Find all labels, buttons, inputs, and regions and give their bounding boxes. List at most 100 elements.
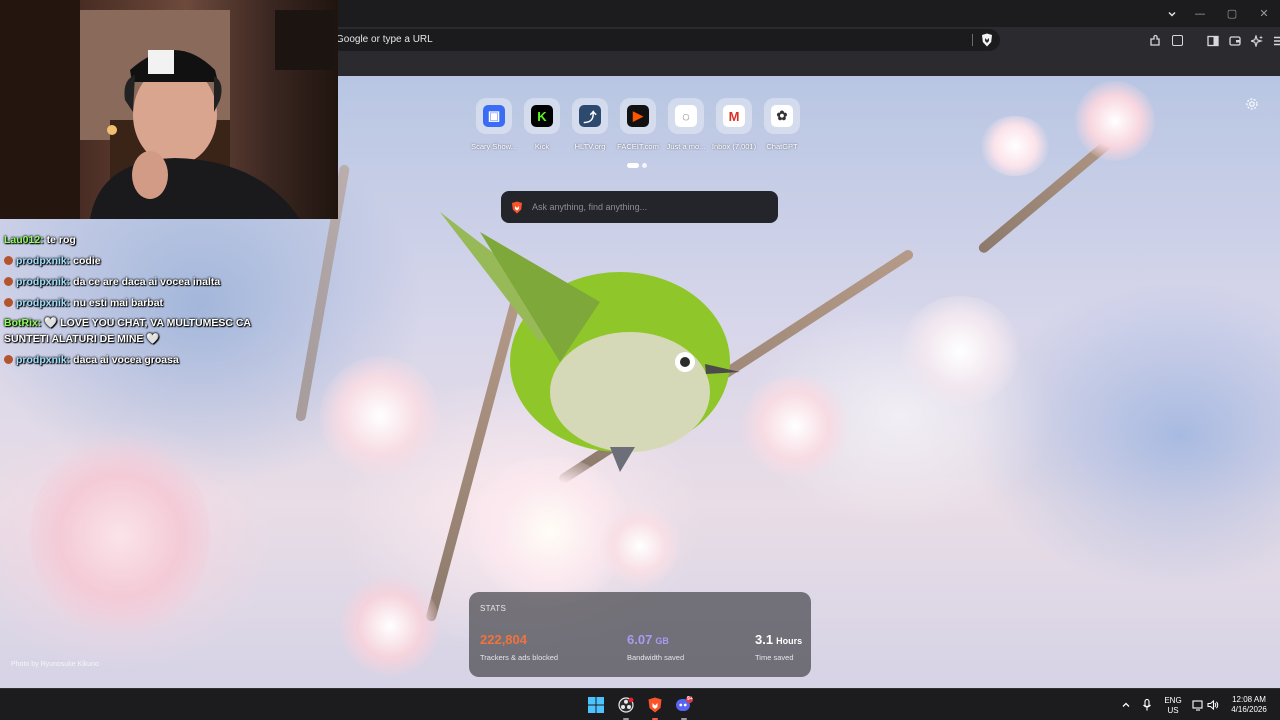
stat-label: Trackers & ads blocked [480, 653, 559, 662]
chat-badge-icon [4, 277, 13, 286]
blossom [900, 296, 1020, 406]
blossom [600, 506, 680, 586]
top-site-label[interactable]: Inbox (7,001) [710, 142, 758, 151]
top-site-label[interactable]: HLTV.org [566, 142, 614, 151]
discord-notification-badge: 9+ [687, 696, 693, 702]
input-language-indicator[interactable]: ENG US [1161, 696, 1185, 716]
chat-username: prodpxnik [16, 276, 67, 288]
chat-text: SUNTETI ALATURI DE MINE 🤍 [4, 333, 160, 345]
top-site-label[interactable]: FACEIT.com [614, 142, 662, 151]
faceit-icon: ▶ [627, 105, 649, 127]
stat-label: Bandwidth saved [627, 653, 685, 662]
chat-message: BotRix: 🤍 LOVE YOU CHAT, VA MULTUMESC CA [4, 316, 251, 330]
clock-time: 12:08 AM [1232, 695, 1266, 704]
extensions-icon[interactable] [1145, 27, 1165, 54]
chat-text: te rog [43, 234, 76, 246]
chat-text: 🤍 LOVE YOU CHAT, VA MULTUMESC CA [41, 317, 252, 329]
chat-username: Lau012 [4, 234, 41, 246]
top-site-icon-tile[interactable]: ▶ [620, 98, 656, 134]
chat-username: BotRix [4, 317, 38, 329]
top-site-icon-tile[interactable]: ✿ [764, 98, 800, 134]
chat-message: prodpxnik: da ce are daca ai vocea inalt… [4, 275, 220, 289]
address-bar[interactable]: Google or type a URL [330, 29, 1000, 51]
address-bar-placeholder[interactable]: Google or type a URL [336, 34, 433, 45]
chat-username: prodpxnik [16, 297, 67, 309]
chat-message: Lau012: te rog [4, 233, 76, 247]
windows-start-icon[interactable] [585, 694, 607, 716]
microphone-icon[interactable] [1140, 695, 1154, 715]
stat-bandwidth: 6.07 GB Bandwidth saved [627, 631, 684, 662]
clock[interactable]: 12:08 AM 4/16/2026 [1226, 695, 1272, 715]
menu-icon[interactable] [1269, 27, 1280, 54]
discord-icon[interactable]: 9+ [673, 694, 695, 720]
blossom [1075, 81, 1155, 161]
obs-icon[interactable] [615, 694, 637, 720]
top-sites: ▣ Scary Show... K Kick ⤴ HLTV.org ▶ FACEIT.com ◌… [470, 98, 806, 151]
search-box[interactable]: Ask anything, find anything... [501, 191, 778, 223]
hltv-icon: ⤴ [579, 105, 601, 127]
tab-search-button[interactable] [1160, 0, 1184, 27]
close-button[interactable]: ✕ [1248, 0, 1280, 27]
language-code: ENG [1164, 696, 1182, 705]
top-site-tile[interactable]: ▣ Scary Show... [470, 98, 518, 151]
minimize-button[interactable]: — [1184, 0, 1216, 27]
stat-value: 3.1 [755, 632, 774, 647]
top-site-tile[interactable]: M Inbox (7,001) [710, 98, 758, 151]
stat-unit: Hours [776, 636, 803, 646]
brave-lion-icon [512, 201, 522, 214]
network-icon[interactable] [1191, 695, 1205, 715]
blossom [30, 436, 210, 636]
chat-message: prodpxnik: daca ai vocea groasa [4, 353, 179, 367]
stat-trackers: 222,804 Trackers & ads blocked [480, 631, 558, 662]
photo-credit[interactable]: Photo by Ryunosuke Kikuno [11, 661, 99, 668]
top-sites-pager [627, 163, 647, 168]
chat-text: da ce are daca ai vocea inalta [70, 276, 221, 288]
chat-message: SUNTETI ALATURI DE MINE 🤍 [4, 332, 159, 346]
stat-value: 6.07 [627, 632, 653, 647]
brave-icon[interactable] [644, 694, 666, 720]
top-site-label[interactable]: ChatGPT [758, 142, 806, 151]
pager-dot-active[interactable] [627, 163, 639, 168]
roblox-icon: ▣ [483, 105, 505, 127]
bird-illustration [440, 212, 740, 472]
region-code: US [1167, 706, 1179, 715]
wallet-icon[interactable] [1225, 27, 1245, 54]
top-site-tile[interactable]: K Kick [518, 98, 566, 151]
customize-settings-icon[interactable] [1245, 97, 1259, 111]
top-site-label[interactable]: Just a mo... [662, 142, 710, 151]
chat-text: daca ai vocea groasa [70, 354, 179, 366]
windows-taskbar: 9+ ENG US 12:08 AM 4/16/2026 [0, 688, 1280, 720]
top-site-tile[interactable]: ▶ FACEIT.com [614, 98, 662, 151]
top-site-label[interactable]: Scary Show... [470, 142, 518, 151]
blossom [340, 576, 440, 676]
chat-badge-icon [4, 355, 13, 364]
top-site-icon-tile[interactable]: ▣ [476, 98, 512, 134]
leo-ai-icon[interactable] [1247, 27, 1267, 54]
top-site-icon-tile[interactable]: M [716, 98, 752, 134]
search-placeholder[interactable]: Ask anything, find anything... [532, 202, 647, 212]
screenshot-icon[interactable] [1167, 27, 1187, 54]
stat-value: 222,804 [480, 632, 527, 647]
sidebar-icon[interactable] [1203, 27, 1223, 54]
top-site-label[interactable]: Kick [518, 142, 566, 151]
top-site-tile[interactable]: ✿ ChatGPT [758, 98, 806, 151]
maximize-button[interactable]: ▢ [1216, 0, 1248, 27]
chat-badge-icon [4, 256, 13, 265]
chevron-down-icon [1168, 11, 1176, 17]
chat-username: prodpxnik [16, 255, 67, 267]
top-site-tile[interactable]: ⤴ HLTV.org [566, 98, 614, 151]
clock-date: 4/16/2026 [1231, 705, 1267, 714]
brave-shields-icon[interactable] [981, 33, 993, 47]
volume-icon[interactable] [1206, 695, 1220, 715]
show-hidden-icons-chevron-icon[interactable] [1119, 695, 1133, 715]
stats-widget: STATS 222,804 Trackers & ads blocked 6.0… [469, 592, 811, 677]
top-site-tile[interactable]: ◌ Just a mo... [662, 98, 710, 151]
top-site-icon-tile[interactable]: ◌ [668, 98, 704, 134]
top-site-icon-tile[interactable]: ⤴ [572, 98, 608, 134]
top-site-icon-tile[interactable]: K [524, 98, 560, 134]
chat-message: prodpxnik: nu esti mai barbat [4, 296, 163, 310]
blossom [980, 116, 1050, 176]
pager-dot[interactable] [642, 163, 647, 168]
chatgpt-icon: ✿ [771, 105, 793, 127]
kick-icon: K [531, 105, 553, 127]
